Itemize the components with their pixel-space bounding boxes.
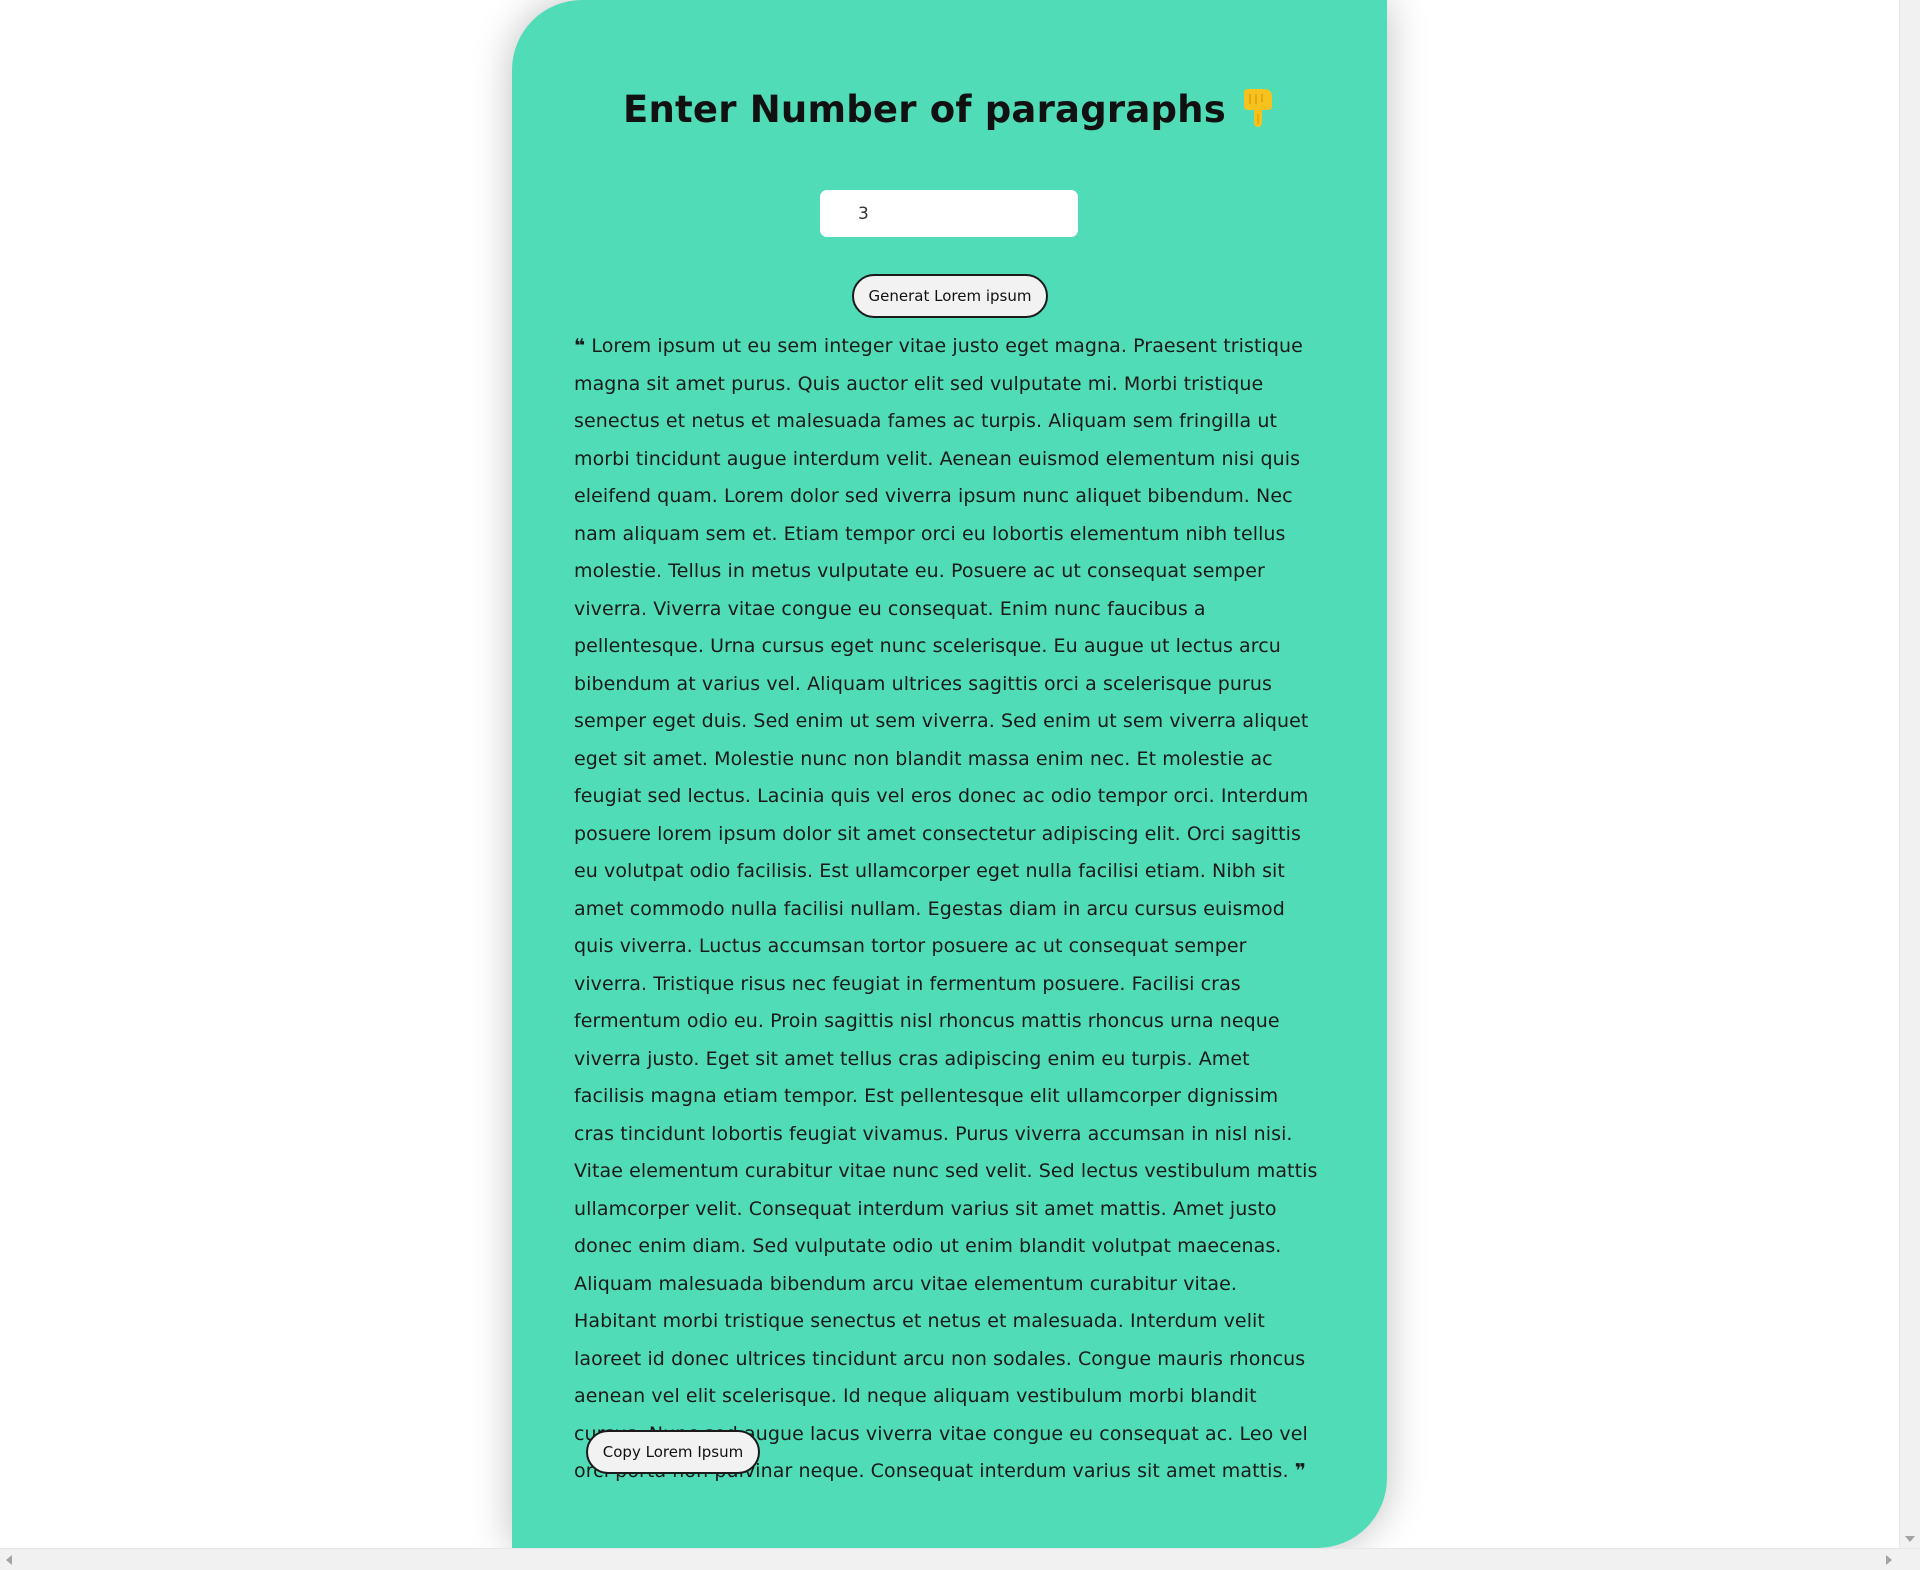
page-title: Enter Number of paragraphs [512,88,1387,131]
page: Enter Number of paragraphs Generat Lorem… [0,0,1920,1570]
pointing-down-hand-icon [1240,88,1276,128]
lorem-output-text: Lorem ipsum ut eu sem integer vitae just… [574,335,1318,1482]
scroll-down-arrow-icon[interactable] [1905,1536,1915,1542]
scroll-right-arrow-icon[interactable] [1886,1555,1892,1565]
generator-card: Enter Number of paragraphs Generat Lorem… [512,0,1387,1548]
copy-button[interactable]: Copy Lorem Ipsum [586,1430,760,1474]
page-title-text: Enter Number of paragraphs [623,88,1226,131]
generate-button[interactable]: Generat Lorem ipsum [852,274,1048,318]
open-quote-icon: ❝ [574,335,586,357]
vertical-scrollbar[interactable] [1899,0,1920,1548]
horizontal-scrollbar[interactable] [0,1548,1920,1570]
lorem-output: ❝ Lorem ipsum ut eu sem integer vitae ju… [574,328,1324,1491]
scroll-left-arrow-icon[interactable] [6,1555,12,1565]
close-quote-icon: ❞ [1294,1460,1306,1482]
paragraph-count-input[interactable] [820,190,1078,237]
